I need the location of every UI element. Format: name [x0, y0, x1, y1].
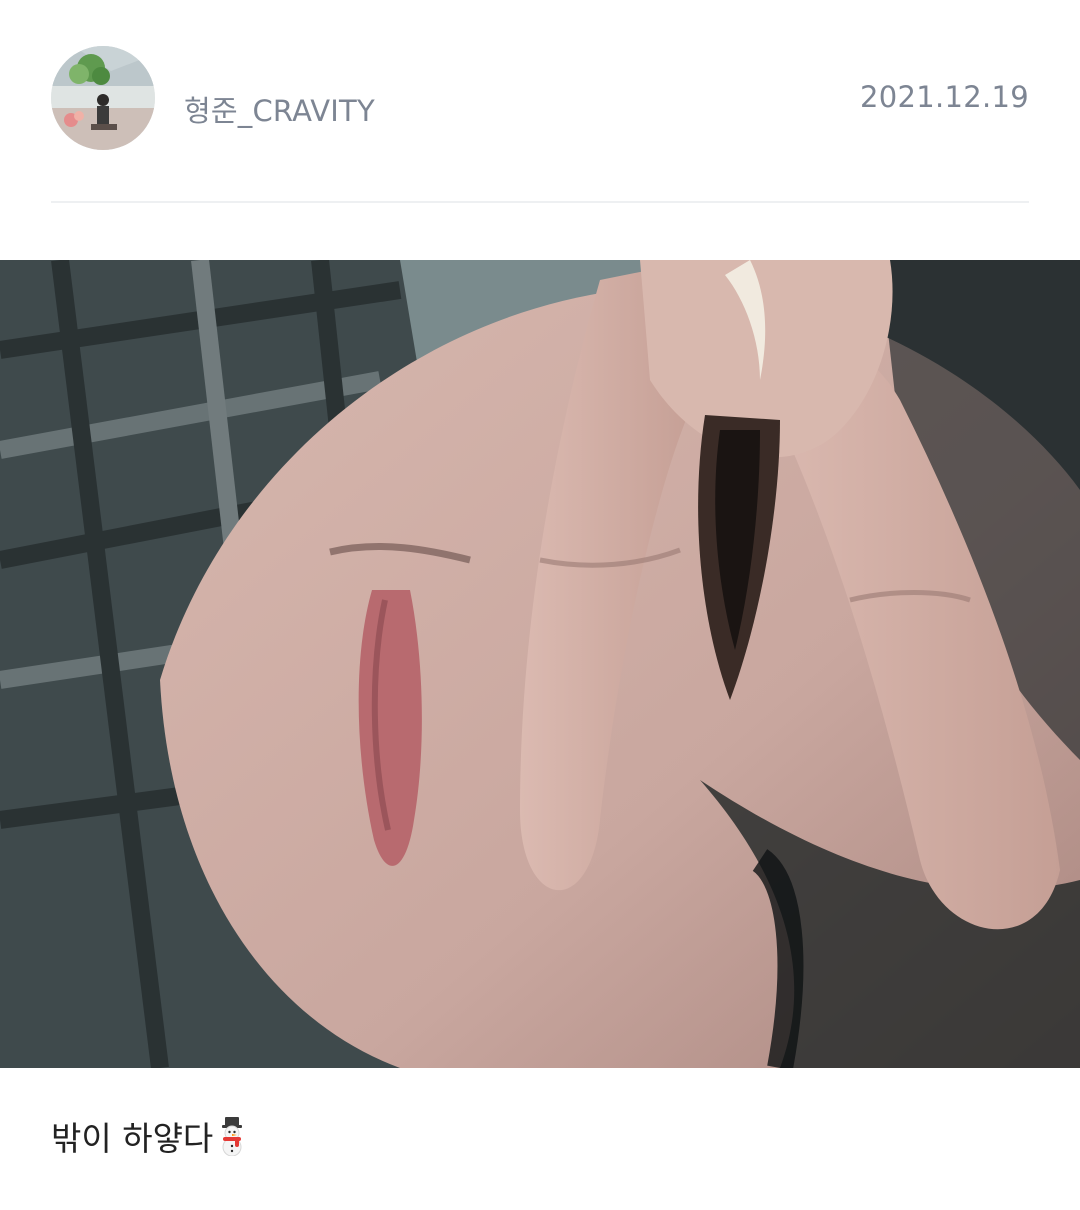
post-photo-image	[0, 260, 1080, 1068]
caption-text: 밖이 하얗다	[51, 1119, 214, 1158]
post-caption: 밖이 하얗다	[51, 1112, 249, 1160]
post-photo[interactable]	[0, 260, 1080, 1068]
avatar-image	[51, 46, 155, 150]
post-date: 2021.12.19	[859, 80, 1029, 114]
avatar[interactable]	[51, 46, 155, 150]
author-name[interactable]: 형준_CRAVITY	[184, 88, 375, 130]
snowman-icon	[215, 1116, 249, 1157]
divider	[51, 201, 1029, 203]
post-header: 형준_CRAVITY 2021.12.19	[0, 0, 1080, 200]
